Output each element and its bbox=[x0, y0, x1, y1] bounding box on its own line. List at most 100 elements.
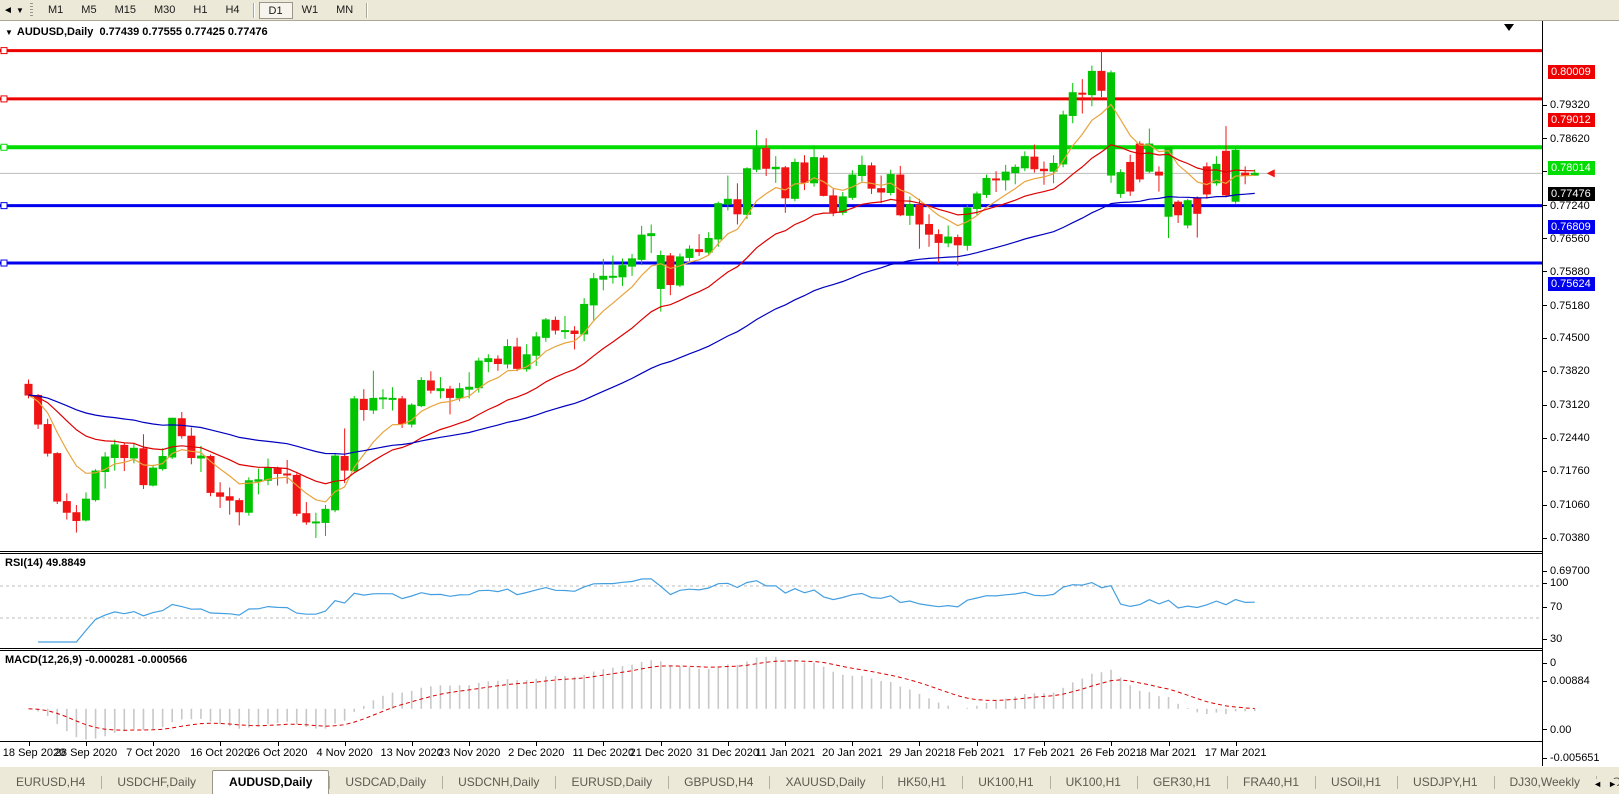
bear-candle bbox=[427, 381, 434, 390]
bear-candle bbox=[878, 189, 885, 192]
price-tick: 0.73120 bbox=[1543, 398, 1590, 412]
bear-candle bbox=[140, 449, 147, 485]
bull-candle bbox=[245, 481, 252, 512]
chart-tab-usoil-h1[interactable]: USOil,H1 bbox=[1315, 772, 1397, 794]
date-tick bbox=[1044, 742, 1045, 746]
bear-candle bbox=[820, 158, 827, 195]
bear-candle bbox=[1175, 202, 1182, 215]
support-line-1-handle[interactable] bbox=[1, 203, 7, 209]
support-line-2-handle[interactable] bbox=[1, 260, 7, 266]
date-tick bbox=[603, 742, 604, 746]
dropdown-caret-icon[interactable]: ▼ bbox=[16, 6, 28, 15]
bull-candle bbox=[648, 234, 655, 236]
price-chart-canvas[interactable] bbox=[0, 21, 1542, 551]
bear-candle bbox=[236, 501, 243, 512]
date-tick bbox=[220, 742, 221, 746]
date-label: 11 Dec 2020 bbox=[573, 747, 635, 759]
chart-tab-dj30-weekly[interactable]: DJ30,Weekly bbox=[1494, 772, 1596, 794]
date-tick bbox=[919, 742, 920, 746]
timeframe-button-m15[interactable]: M15 bbox=[106, 2, 145, 19]
rsi-tick: 0 bbox=[1543, 656, 1556, 670]
bull-candle bbox=[1088, 71, 1095, 94]
resistance-line-2-handle[interactable] bbox=[1, 96, 7, 102]
bull-candle bbox=[791, 162, 798, 198]
timeframe-button-m30[interactable]: M30 bbox=[145, 2, 184, 19]
bull-candle bbox=[744, 169, 751, 215]
timeframe-button-m1[interactable]: M1 bbox=[39, 2, 72, 19]
bear-candle bbox=[667, 256, 674, 285]
rsi-pane[interactable]: RSI(14) 49.8849 bbox=[0, 554, 1542, 648]
bull-candle bbox=[1108, 73, 1115, 175]
bear-candle bbox=[926, 224, 933, 234]
bull-candle bbox=[169, 418, 176, 457]
tab-scroll-right-icon[interactable]: ► bbox=[1608, 779, 1617, 789]
bull-candle bbox=[389, 398, 396, 399]
chart-tab-usdcad-daily[interactable]: USDCAD,Daily bbox=[329, 772, 442, 794]
bull-candle bbox=[772, 167, 779, 168]
chart-tab-uk100-h1[interactable]: UK100,H1 bbox=[1050, 772, 1137, 794]
chart-tab-audusd-daily[interactable]: AUDUSD,Daily bbox=[212, 770, 329, 794]
bear-candle bbox=[763, 148, 770, 168]
bear-candle bbox=[1031, 157, 1038, 169]
toolbar-grip bbox=[30, 3, 33, 17]
bull-candle bbox=[1184, 201, 1191, 225]
bear-candle bbox=[341, 457, 348, 471]
chart-tab-eurusd-daily[interactable]: EURUSD,Daily bbox=[555, 772, 668, 794]
timeframe-toolbar: ◄ ▼ M1M5M15M30H1H4 D1W1MN bbox=[0, 0, 1619, 21]
bull-candle bbox=[351, 399, 358, 471]
time-axis[interactable]: 18 Sep 202028 Sep 20207 Oct 202016 Oct 2… bbox=[0, 741, 1542, 766]
timeframe-button-h1[interactable]: H1 bbox=[184, 2, 216, 19]
bull-candle bbox=[561, 331, 568, 332]
chart-tab-fra40-h1[interactable]: FRA40,H1 bbox=[1227, 772, 1315, 794]
chart-tab-eurusd-h4[interactable]: EURUSD,H4 bbox=[0, 772, 101, 794]
timeframe-button-w1[interactable]: W1 bbox=[293, 2, 328, 19]
bull-candle bbox=[485, 359, 492, 362]
price-badge: 0.78014 bbox=[1548, 161, 1595, 175]
date-label: 21 Dec 2020 bbox=[630, 747, 692, 759]
date-tick bbox=[345, 742, 346, 746]
chart-title: ▼AUDUSD,Daily 0.77439 0.77555 0.77425 0.… bbox=[5, 26, 268, 38]
date-tick bbox=[153, 742, 154, 746]
chart-tab-ger30-h1[interactable]: GER30,H1 bbox=[1137, 772, 1227, 794]
resistance-line-1-handle[interactable] bbox=[1, 48, 7, 54]
price-axis[interactable]: 0.793200.786200.779400.772400.765600.758… bbox=[1543, 21, 1618, 766]
bull-candle bbox=[686, 249, 693, 257]
date-tick bbox=[661, 742, 662, 746]
chart-panes: ▼AUDUSD,Daily 0.77439 0.77555 0.77425 0.… bbox=[0, 21, 1543, 766]
bear-candle bbox=[1242, 173, 1249, 175]
date-tick bbox=[278, 742, 279, 746]
macd-pane[interactable]: MACD(12,26,9) -0.000281 -0.000566 bbox=[0, 651, 1542, 741]
price-tick: 0.72440 bbox=[1543, 431, 1590, 445]
bear-candle bbox=[303, 514, 310, 522]
window-menu-icon[interactable]: ▼ bbox=[5, 28, 13, 37]
chart-tab-gbpusd-h4[interactable]: GBPUSD,H4 bbox=[668, 772, 769, 794]
timeframe-button-h4[interactable]: H4 bbox=[216, 2, 248, 19]
pivot-line-handle[interactable] bbox=[1, 144, 7, 150]
bear-candle bbox=[399, 399, 406, 424]
price-tick: 0.75180 bbox=[1543, 299, 1590, 313]
rsi-canvas[interactable] bbox=[0, 554, 1542, 648]
macd-tick: 0.00884 bbox=[1543, 674, 1590, 688]
chart-tab-usdcnh-daily[interactable]: USDCNH,Daily bbox=[442, 772, 555, 794]
chart-arrow-icon[interactable]: ◄ bbox=[0, 5, 16, 16]
date-label: 31 Dec 2020 bbox=[697, 747, 759, 759]
chart-tab-uk100-h1[interactable]: UK100,H1 bbox=[962, 772, 1049, 794]
chart-tab-hk50-h1[interactable]: HK50,H1 bbox=[882, 772, 963, 794]
bull-candle bbox=[638, 235, 645, 259]
timeframe-button-d1[interactable]: D1 bbox=[259, 2, 293, 19]
chart-tab-usdchf-daily[interactable]: USDCHF,Daily bbox=[101, 772, 212, 794]
bull-candle bbox=[983, 178, 990, 194]
price-badge: 0.77476 bbox=[1548, 187, 1595, 201]
bull-candle bbox=[322, 509, 329, 522]
rsi-tick: 30 bbox=[1543, 632, 1562, 646]
price-pane[interactable]: ▼AUDUSD,Daily 0.77439 0.77555 0.77425 0.… bbox=[0, 21, 1542, 551]
bear-candle bbox=[734, 200, 741, 214]
chart-tab-xauusd-daily[interactable]: XAUUSD,Daily bbox=[769, 772, 881, 794]
bear-candle bbox=[44, 425, 51, 454]
tab-scroll-left-icon[interactable]: ◄ bbox=[1593, 779, 1602, 789]
timeframe-button-m5[interactable]: M5 bbox=[72, 2, 105, 19]
macd-canvas[interactable] bbox=[0, 651, 1542, 741]
date-tick bbox=[852, 742, 853, 746]
chart-tab-usdjpy-h1[interactable]: USDJPY,H1 bbox=[1397, 772, 1493, 794]
timeframe-button-mn[interactable]: MN bbox=[327, 2, 362, 19]
